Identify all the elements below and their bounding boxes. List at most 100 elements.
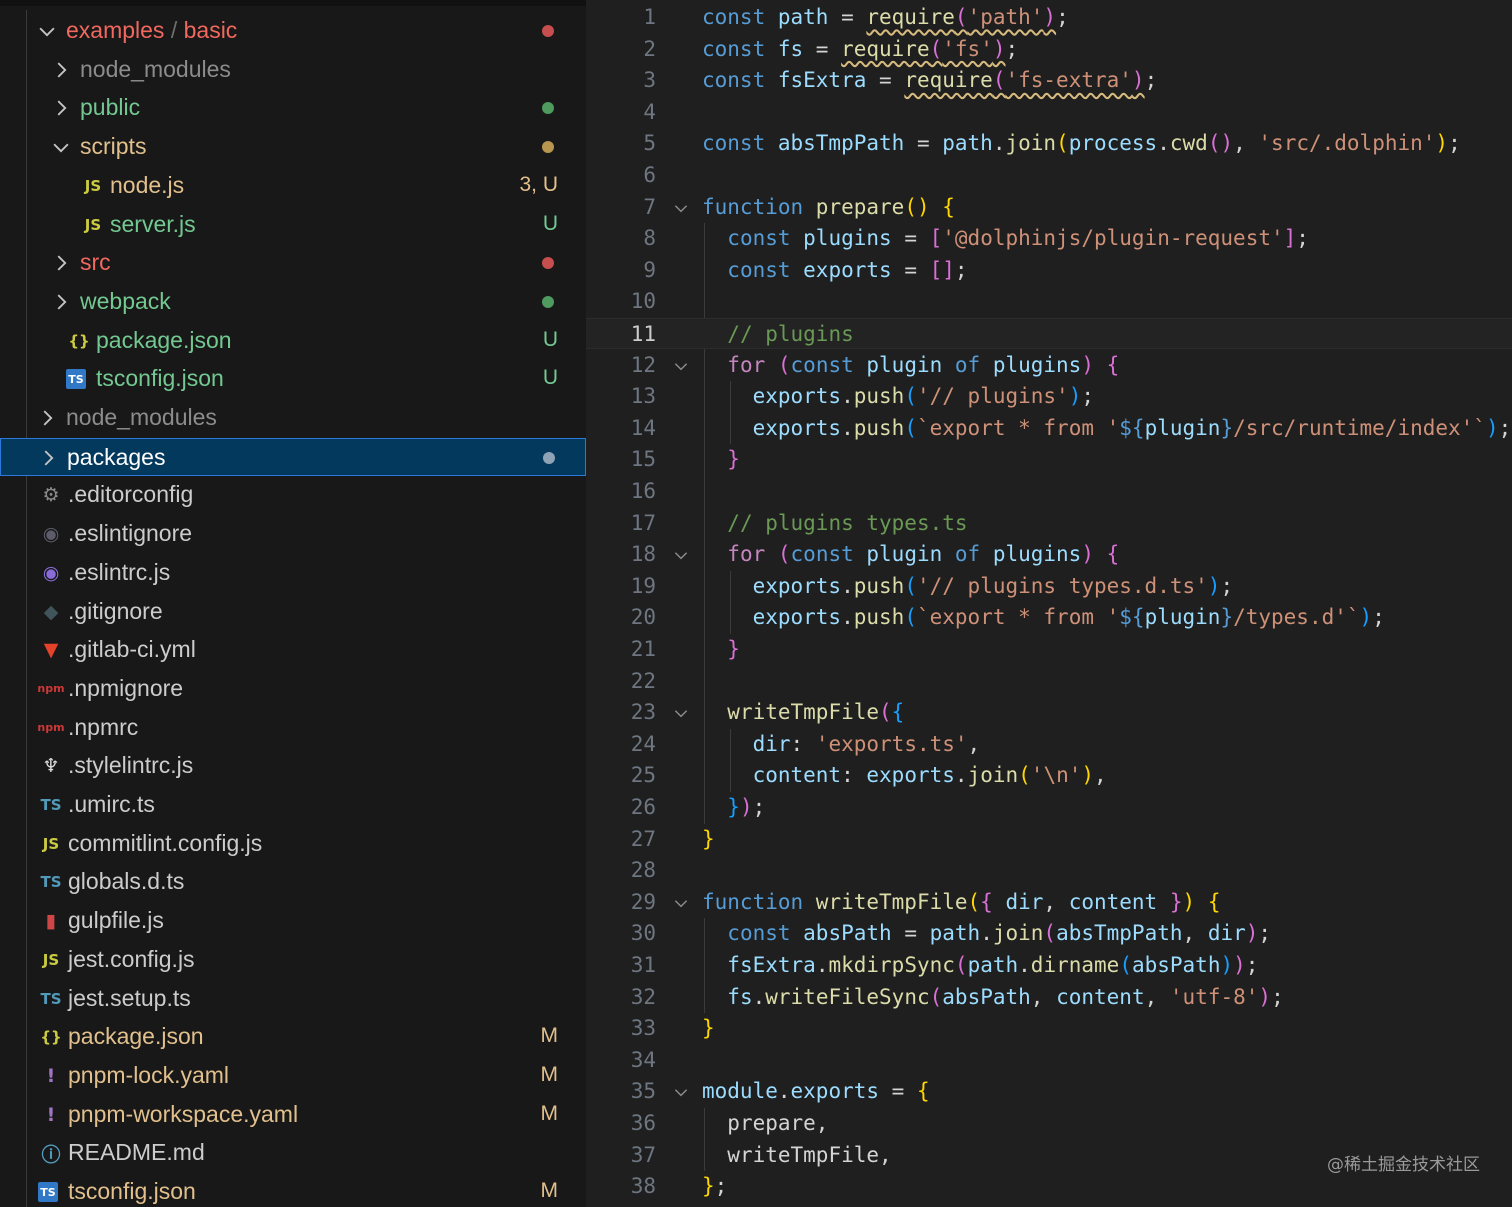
code-line[interactable]: 6	[586, 160, 1512, 191]
code-line[interactable]: 27}	[586, 824, 1512, 855]
code-token: (	[929, 984, 943, 1009]
fold-chevron-icon[interactable]	[672, 545, 690, 563]
file-umirc-ts[interactable]: TS .umirc.ts	[0, 786, 586, 824]
code-line[interactable]: 36 prepare,	[586, 1108, 1512, 1139]
chevron-right-icon[interactable]	[50, 59, 72, 81]
code-text: function writeTmpFile({ dir, content }) …	[702, 890, 1220, 914]
file-server-js[interactable]: JS server.js U	[0, 206, 586, 244]
code-line[interactable]: 37 writeTmpFile,	[586, 1140, 1512, 1171]
code-text: // plugins types.ts	[702, 511, 967, 535]
code-line[interactable]: 7 function prepare() {	[586, 192, 1512, 223]
code-line[interactable]: 28	[586, 855, 1512, 886]
code-line[interactable]: 20 exports.push(`export * from '${plugin…	[586, 602, 1512, 633]
fold-chevron-icon[interactable]	[672, 703, 690, 721]
file-type-icon: TS	[40, 796, 62, 814]
file-tsconfig-json-basic[interactable]: TS tsconfig.json U	[0, 360, 586, 398]
folder-node-modules[interactable]: node_modules	[0, 51, 586, 89]
code-line[interactable]: 23 writeTmpFile({	[586, 697, 1512, 728]
code-line[interactable]: 31 fsExtra.mkdirpSync(path.dirname(absPa…	[586, 950, 1512, 981]
code-line[interactable]: 15 }	[586, 444, 1512, 475]
file-node-js[interactable]: JS node.js 3, U	[0, 167, 586, 205]
code-line[interactable]: 8 const plugins = ['@dolphinjs/plugin-re…	[586, 223, 1512, 254]
code-line[interactable]: 4	[586, 97, 1512, 128]
code-line[interactable]: 30 const absPath = path.join(absTmpPath,…	[586, 918, 1512, 949]
code-line[interactable]: 10	[586, 286, 1512, 317]
folder-examples-basic[interactable]: examples / basic	[0, 12, 586, 50]
code-line[interactable]: 29 function writeTmpFile({ dir, content }…	[586, 887, 1512, 918]
code-token: path	[967, 953, 1019, 977]
file-globals-d-ts[interactable]: TS globals.d.ts	[0, 863, 586, 901]
chevron-right-icon[interactable]	[37, 447, 59, 469]
folder-src[interactable]: src	[0, 244, 586, 282]
file-gitignore[interactable]: ◆ .gitignore	[0, 593, 586, 631]
code-token: {	[1106, 352, 1120, 377]
code-line[interactable]: 13 exports.push('// plugins');	[586, 381, 1512, 412]
file-tsconfig-json-root[interactable]: TS tsconfig.json M	[0, 1173, 586, 1207]
code-line[interactable]: 26 });	[586, 792, 1512, 823]
folder-node-modules-root[interactable]: node_modules	[0, 399, 586, 437]
folder-public[interactable]: public	[0, 89, 586, 127]
code-token: .	[992, 131, 1006, 156]
file-readme-md[interactable]: ⓘ README.md	[0, 1134, 586, 1172]
fold-chevron-icon[interactable]	[672, 356, 690, 374]
folder-webpack[interactable]: webpack	[0, 283, 586, 321]
fold-chevron-icon[interactable]	[672, 198, 690, 216]
code-line[interactable]: 22	[586, 666, 1512, 697]
file-pnpm-workspace-yaml[interactable]: ! pnpm-workspace.yaml M	[0, 1096, 586, 1134]
file-jest-config-js[interactable]: JS jest.config.js	[0, 941, 586, 979]
code-line[interactable]: 34	[586, 1045, 1512, 1076]
file-package-json-basic[interactable]: {} package.json U	[0, 322, 586, 360]
file-pnpm-lock-yaml[interactable]: ! pnpm-lock.yaml M	[0, 1057, 586, 1095]
file-gitlab-ci-yml[interactable]: ▼ .gitlab-ci.yml	[0, 631, 586, 669]
code-line[interactable]: 35 module.exports = {	[586, 1076, 1512, 1107]
code-line[interactable]: 14 exports.push(`export * from '${plugin…	[586, 413, 1512, 444]
code-editor[interactable]: @稀土掘金技术社区 1 const path = require('path');…	[586, 0, 1512, 1207]
code-line[interactable]: 21 }	[586, 634, 1512, 665]
code-line[interactable]: 3 const fsExtra = require('fs-extra');	[586, 65, 1512, 96]
chevron-right-icon[interactable]	[50, 291, 72, 313]
fold-chevron-icon[interactable]	[672, 1082, 690, 1100]
label-part: packages	[67, 443, 166, 470]
file-package-json-root[interactable]: {} package.json M	[0, 1018, 586, 1056]
code-line[interactable]: 16	[586, 476, 1512, 507]
code-line[interactable]: 9 const exports = [];	[586, 255, 1512, 286]
code-token: /types.d'`	[1233, 605, 1360, 630]
code-line[interactable]: 38};	[586, 1171, 1512, 1202]
code-line[interactable]: 12 for (const plugin of plugins) {	[586, 350, 1512, 381]
chevron-down-icon[interactable]	[36, 20, 58, 42]
code-token: }	[702, 826, 715, 851]
fold-chevron-icon[interactable]	[672, 893, 690, 911]
folder-scripts[interactable]: scripts	[0, 128, 586, 166]
code-token: for	[727, 542, 778, 567]
file-eslintrc-js[interactable]: ◉ .eslintrc.js	[0, 554, 586, 592]
code-line[interactable]: 18 for (const plugin of plugins) {	[586, 539, 1512, 570]
chevron-right-icon[interactable]	[50, 97, 72, 119]
file-jest-setup-ts[interactable]: TS jest.setup.ts	[0, 980, 586, 1018]
code-line[interactable]: 32 fs.writeFileSync(absPath, content, 'u…	[586, 982, 1512, 1013]
code-text: const exports = [];	[702, 258, 967, 282]
code-token: )	[1081, 542, 1094, 567]
file-commitlint-config-js[interactable]: JS commitlint.config.js	[0, 825, 586, 863]
code-line[interactable]: 5 const absTmpPath = path.join(process.cw…	[586, 128, 1512, 159]
code-token: exports	[752, 415, 842, 440]
code-line[interactable]: 33}	[586, 1013, 1512, 1044]
file-editorconfig[interactable]: ⚙ .editorconfig	[0, 476, 586, 514]
folder-packages[interactable]: packages	[0, 437, 586, 476]
file-npmrc[interactable]: npm .npmrc	[0, 709, 586, 747]
code-token: ;	[1005, 36, 1019, 61]
code-line[interactable]: 2 const fs = require('fs');	[586, 34, 1512, 65]
line-number: 32	[630, 984, 656, 1009]
code-line[interactable]: 17 // plugins types.ts	[586, 508, 1512, 539]
code-line[interactable]: 1 const path = require('path');	[586, 2, 1512, 33]
file-eslintignore[interactable]: ◉ .eslintignore	[0, 515, 586, 553]
code-line[interactable]: 24 dir: 'exports.ts',	[586, 729, 1512, 760]
file-npmignore[interactable]: npm .npmignore	[0, 670, 586, 708]
file-gulpfile-js[interactable]: ▮ gulpfile.js	[0, 902, 586, 940]
chevron-right-icon[interactable]	[50, 252, 72, 274]
chevron-down-icon[interactable]	[50, 136, 72, 158]
code-line[interactable]: 25 content: exports.join('\n'),	[586, 760, 1512, 791]
file-stylelintrc-js[interactable]: ♆ .stylelintrc.js	[0, 747, 586, 785]
chevron-right-icon[interactable]	[36, 407, 58, 429]
code-line[interactable]: 11 // plugins	[586, 318, 1512, 349]
code-line[interactable]: 19 exports.push('// plugins types.d.ts')…	[586, 571, 1512, 602]
